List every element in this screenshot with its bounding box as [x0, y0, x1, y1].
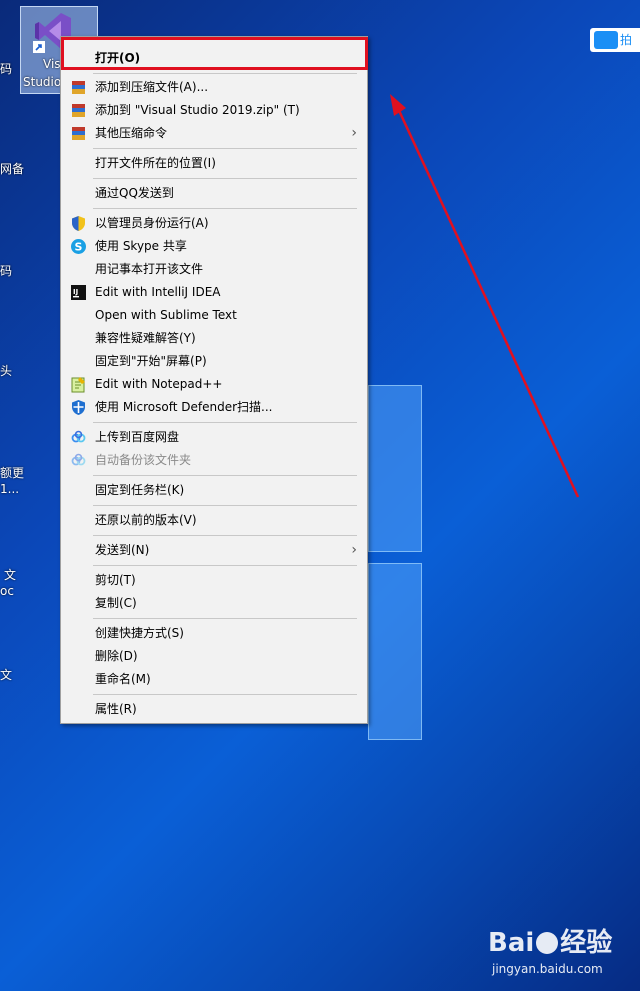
watermark-url: jingyan.baidu.com — [492, 962, 603, 976]
paw-icon — [536, 932, 559, 954]
annotation-arrow-line — [394, 103, 580, 498]
annotation-arrow-head — [390, 94, 406, 116]
watermark-brand: Bai — [488, 928, 535, 958]
baidu-jingyan-watermark: Bai 经验 — [488, 922, 612, 959]
watermark-brand2: 经验 — [560, 928, 613, 958]
annotation-arrow — [390, 94, 580, 498]
